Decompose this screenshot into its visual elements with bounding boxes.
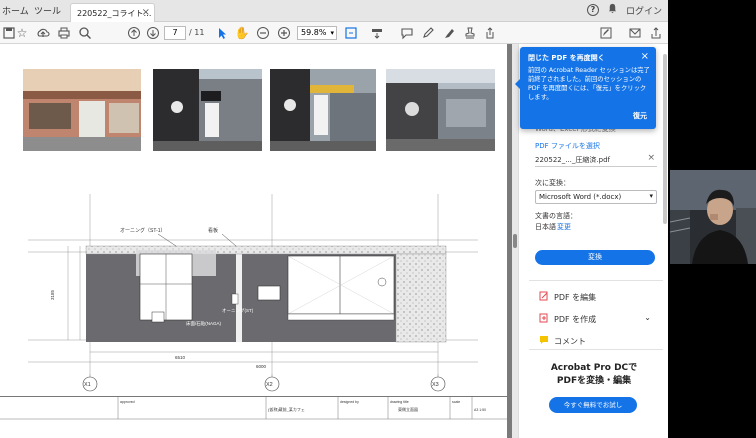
comment-icon[interactable] bbox=[399, 25, 415, 41]
home-tab[interactable]: ホーム bbox=[2, 4, 29, 17]
hand-tool-icon[interactable]: ✋ bbox=[234, 25, 250, 41]
scroll-mode-icon[interactable] bbox=[369, 25, 385, 41]
title-block-scale: scale bbox=[452, 400, 460, 404]
page-number-input[interactable]: 7 bbox=[164, 26, 186, 40]
selected-file-row[interactable]: 220522_..._圧縮済.pdf × bbox=[535, 152, 657, 167]
file-name: 220522_..._圧縮済.pdf bbox=[535, 156, 610, 164]
panel-divider-2 bbox=[529, 349, 663, 350]
storefront-photo-1 bbox=[23, 69, 141, 151]
tool-create-pdf[interactable]: PDF を作成 ⌄ bbox=[539, 313, 651, 327]
title-block-project: (仮称)蔵前_某カフェ bbox=[268, 406, 305, 412]
grid-bubble-x1: X1 bbox=[84, 382, 91, 388]
restore-button[interactable]: 復元 bbox=[633, 111, 647, 121]
doc-lang-label: 文書の言語： bbox=[535, 212, 577, 220]
cloud-upload-icon[interactable] bbox=[35, 25, 51, 41]
mail-icon[interactable] bbox=[627, 25, 643, 41]
edit-pdf-icon bbox=[539, 291, 549, 301]
sign-board bbox=[257, 285, 281, 301]
panel-scrollbar[interactable] bbox=[663, 54, 667, 224]
search-icon[interactable] bbox=[77, 25, 93, 41]
try-free-button[interactable]: 今すぐ無料でお試し bbox=[549, 397, 637, 413]
page-fit-icon[interactable] bbox=[343, 25, 359, 41]
tool-create-pdf-label: PDF を作成 bbox=[554, 315, 597, 324]
expand-chevron-icon[interactable]: ⌄ bbox=[644, 313, 651, 322]
storefront-photo-3 bbox=[270, 69, 376, 151]
popup-close-icon[interactable]: × bbox=[641, 51, 649, 62]
convert-to-label: 次に変換： bbox=[535, 179, 570, 187]
login-link[interactable]: ログイン bbox=[626, 4, 662, 17]
document-tab[interactable]: 220522_コライト… × bbox=[70, 3, 155, 22]
video-call-thumbnail bbox=[670, 170, 756, 264]
popup-title: 閉じた PDF を再度開く bbox=[528, 54, 605, 62]
label-awning-2: オーニング(ST) bbox=[222, 307, 254, 314]
label-sign: 看板 bbox=[208, 227, 218, 234]
title-block-sheet: 東側立面図 bbox=[398, 406, 418, 412]
page-total: / 11 bbox=[189, 28, 205, 37]
share-icon[interactable] bbox=[482, 25, 498, 41]
storefront-photo-4 bbox=[386, 69, 495, 151]
pen-icon[interactable] bbox=[420, 25, 436, 41]
sidebar-edit-icon[interactable] bbox=[598, 25, 614, 41]
document-area[interactable]: オーニング（ST-1） 看板 オーニング(ST) 床面/石貼(NAGA) 651… bbox=[0, 44, 512, 438]
tool-comment-label: コメント bbox=[554, 337, 586, 346]
dim-3185: 3185 bbox=[50, 289, 55, 300]
reopen-pdf-popup: 閉じた PDF を再度開く × 前回の Acrobat Reader セッション… bbox=[515, 47, 656, 129]
label-stone: 床面/石貼(NAGA) bbox=[186, 320, 222, 327]
next-page-icon[interactable] bbox=[145, 25, 161, 41]
label-awning: オーニング（ST-1） bbox=[120, 227, 166, 234]
doc-lang-change-link[interactable]: 変更 bbox=[557, 222, 571, 232]
promo-title-line1: Acrobat Pro DCで bbox=[550, 363, 638, 373]
tools-tab[interactable]: ツール bbox=[34, 4, 61, 17]
stone-column bbox=[395, 253, 447, 343]
create-pdf-icon bbox=[539, 313, 549, 323]
close-tab-icon[interactable]: × bbox=[142, 7, 150, 18]
screen: ホーム ツール 220522_コライト… × ? ログイン ☆ 7 / 11 ✋… bbox=[0, 0, 756, 438]
bell-icon[interactable] bbox=[607, 3, 618, 17]
title-block-designed: designed by bbox=[340, 400, 359, 404]
convert-button[interactable]: 変換 bbox=[535, 250, 655, 265]
zoom-in-icon[interactable] bbox=[276, 25, 292, 41]
document-tab-title: 220522_コライト… bbox=[77, 9, 152, 18]
prev-page-icon[interactable] bbox=[126, 25, 142, 41]
scrollbar-thumb[interactable] bbox=[513, 234, 517, 248]
title-block-drawing-title: drawing title bbox=[390, 400, 409, 404]
top-right-icons: ? ログイン bbox=[586, 3, 662, 17]
format-select[interactable]: Microsoft Word (*.docx) bbox=[535, 190, 657, 204]
dim-6000: 6000 bbox=[256, 364, 267, 369]
popup-body: 前回の Acrobat Reader セッションは完了前終了されました。前回のセ… bbox=[528, 67, 650, 101]
drawing-title-block: approved designed by drawing title scale… bbox=[0, 396, 507, 438]
upload-icon[interactable] bbox=[648, 25, 664, 41]
stamp-icon[interactable] bbox=[462, 25, 478, 41]
dim-6510: 6510 bbox=[175, 355, 186, 360]
title-block-approved: approved bbox=[120, 400, 135, 404]
remove-file-icon[interactable]: × bbox=[647, 153, 655, 163]
highlighter-icon[interactable] bbox=[441, 25, 457, 41]
storefront-photo-2 bbox=[153, 69, 262, 151]
pdf-page: オーニング（ST-1） 看板 オーニング(ST) 床面/石貼(NAGA) 651… bbox=[0, 44, 507, 438]
title-block-scale-value: A3 1:50 bbox=[474, 408, 486, 412]
doc-lang-value: 日本語 bbox=[535, 223, 556, 231]
help-icon[interactable]: ? bbox=[586, 4, 599, 16]
acrobat-window: ホーム ツール 220522_コライト… × ? ログイン ☆ 7 / 11 ✋… bbox=[0, 0, 668, 438]
tool-comment[interactable]: コメント bbox=[539, 335, 586, 349]
promo-title-line2: PDFを変換・編集 bbox=[556, 376, 632, 386]
comment-tool-icon bbox=[539, 335, 549, 345]
panel-divider bbox=[529, 280, 663, 281]
grid-bubble-x2: X2 bbox=[266, 382, 273, 388]
select-cursor-icon[interactable] bbox=[214, 25, 230, 41]
zoom-level-select[interactable]: 59.8% bbox=[297, 26, 337, 40]
tool-edit-pdf[interactable]: PDF を編集 bbox=[539, 291, 596, 305]
tab-bar: ホーム ツール 220522_コライト… × ? ログイン bbox=[0, 0, 668, 22]
toolbar: ☆ 7 / 11 ✋ 59.8% ▾ bbox=[0, 22, 668, 44]
pdf-select-label[interactable]: PDF ファイルを選択 bbox=[535, 141, 600, 151]
zoom-out-icon[interactable] bbox=[255, 25, 271, 41]
bookmark-star-icon[interactable]: ☆ bbox=[14, 25, 30, 41]
grid-bubble-x3: X3 bbox=[432, 382, 439, 388]
tool-edit-pdf-label: PDF を編集 bbox=[554, 293, 597, 302]
print-icon[interactable] bbox=[56, 25, 72, 41]
